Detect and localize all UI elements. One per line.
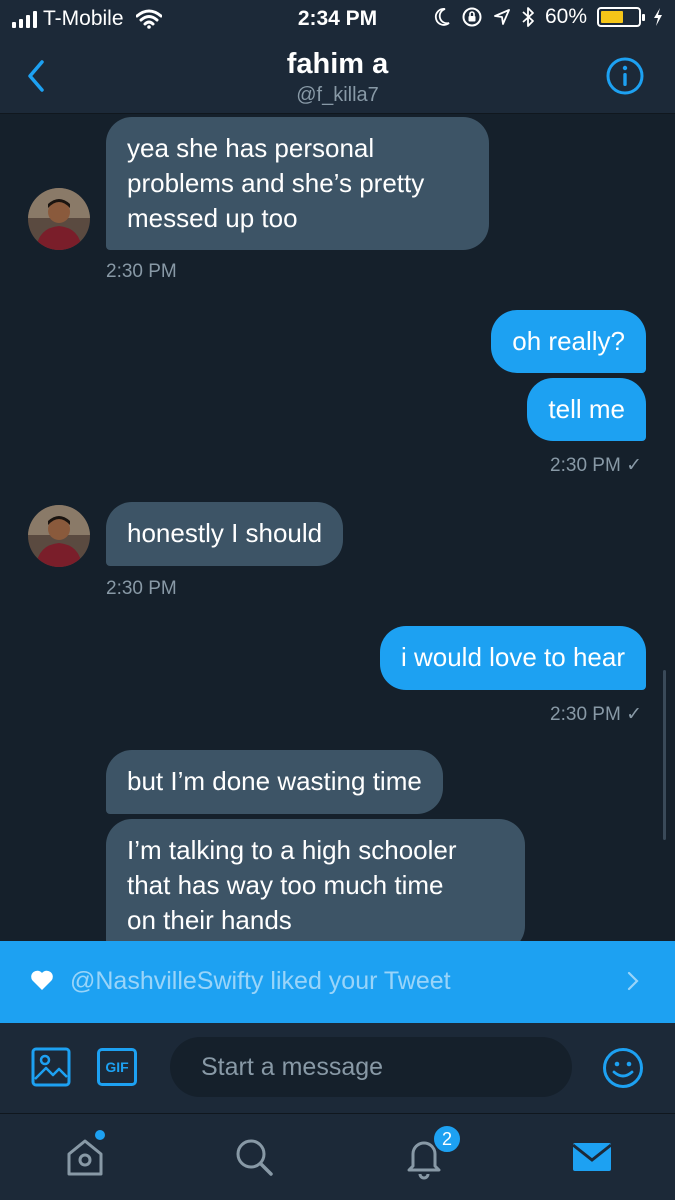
- message-text: but I’m done wasting time: [127, 766, 422, 796]
- message-text: tell me: [548, 394, 625, 424]
- scrollbar[interactable]: [663, 670, 666, 840]
- status-right: 60%: [433, 5, 663, 29]
- message-input[interactable]: [170, 1037, 572, 1097]
- home-icon[interactable]: [62, 1134, 108, 1180]
- info-button[interactable]: [605, 56, 645, 96]
- bluetooth-icon: [522, 7, 534, 27]
- tab-bar: 2: [0, 1113, 675, 1200]
- messages-icon[interactable]: [569, 1134, 615, 1180]
- chevron-right-icon: [627, 971, 639, 991]
- message-timestamp: 2:30 PM: [106, 578, 177, 599]
- message-incoming[interactable]: yea she has personal problems and she’s …: [106, 117, 489, 250]
- message-line: on their hands: [127, 905, 292, 935]
- heart-icon: [31, 970, 53, 990]
- message-line: I’m talking to a high schooler: [127, 835, 457, 865]
- message-incoming[interactable]: honestly I should: [106, 502, 344, 566]
- message-outgoing[interactable]: i would love to hear: [379, 626, 646, 690]
- message-timestamp: 2:30 PM: [106, 261, 177, 282]
- message-composer: GIF: [0, 1023, 675, 1113]
- message-timestamp: 2:30 PM ✓: [550, 455, 642, 476]
- location-icon: [494, 9, 510, 25]
- status-bar: T-Mobile 2:34 PM 60%: [0, 0, 675, 38]
- message-line: yea she has personal: [127, 133, 375, 163]
- message-incoming[interactable]: I’m talking to a high schooler that has …: [106, 819, 525, 941]
- message-outgoing[interactable]: oh really?: [491, 310, 646, 373]
- charging-icon: [654, 8, 662, 26]
- conversation-header: fahim a @f_killa7: [0, 38, 675, 114]
- battery-icon: [597, 7, 645, 27]
- search-icon[interactable]: [231, 1134, 277, 1180]
- battery-percent: 60%: [544, 5, 587, 28]
- avatar[interactable]: [28, 188, 90, 250]
- message-timestamp: 2:30 PM ✓: [550, 704, 642, 725]
- message-line: problems and she’s pretty: [127, 168, 425, 198]
- message-outgoing[interactable]: tell me: [527, 378, 646, 441]
- avatar[interactable]: [28, 505, 90, 567]
- conversation-name: fahim a: [286, 48, 389, 80]
- moon-icon: [434, 8, 450, 26]
- message-line: messed up too: [127, 203, 298, 233]
- emoji-icon[interactable]: [602, 1047, 644, 1089]
- notification-text: @NashvilleSwifty liked your Tweet: [70, 967, 451, 995]
- notification-banner[interactable]: @NashvilleSwifty liked your Tweet: [0, 941, 675, 1023]
- message-text: oh really?: [512, 326, 625, 356]
- message-line: that has way too much time: [127, 870, 444, 900]
- message-list[interactable]: yea she has personal problems and she’s …: [0, 115, 675, 941]
- conversation-handle: @f_killa7: [296, 84, 379, 106]
- image-icon[interactable]: [31, 1047, 71, 1087]
- gif-button[interactable]: GIF: [97, 1048, 137, 1086]
- rotation-lock-icon: [462, 7, 482, 27]
- message-text: i would love to hear: [400, 642, 625, 672]
- home-unread-dot: [95, 1130, 105, 1140]
- notifications-badge: 2: [432, 1124, 462, 1154]
- message-incoming[interactable]: but I’m done wasting time: [106, 750, 443, 814]
- message-text: honestly I should: [127, 518, 323, 548]
